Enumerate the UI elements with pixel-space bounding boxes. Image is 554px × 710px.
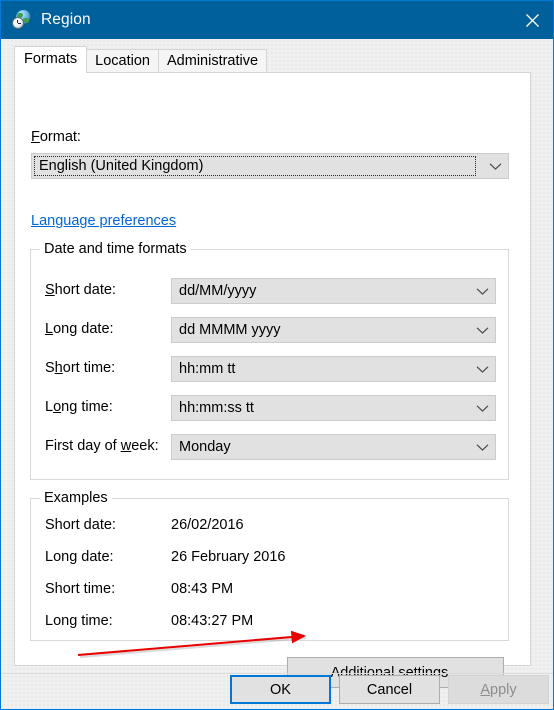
example-long-date-value: 26 February 2016: [171, 549, 286, 565]
format-combobox[interactable]: English (United Kingdom): [31, 153, 509, 179]
examples-title: Examples: [40, 490, 112, 506]
region-globe-clock-icon: [12, 10, 32, 30]
short-time-combobox[interactable]: hh:mm tt: [171, 356, 496, 382]
date-and-time-formats-title: Date and time formats: [40, 241, 191, 257]
apply-label-rest: pply: [490, 681, 517, 698]
example-long-time-label: Long time:: [45, 613, 113, 629]
tab-strip: Formats Location Administrative: [14, 46, 268, 73]
example-short-date-value: 26/02/2016: [171, 517, 244, 533]
example-short-date-label: Short date:: [45, 517, 116, 533]
long-time-combobox[interactable]: hh:mm:ss tt: [171, 395, 496, 421]
short-date-value: dd/MM/yyyy: [179, 283, 257, 299]
examples-group: Examples Short date: 26/02/2016 Long dat…: [30, 490, 509, 641]
example-long-date-label: Long date:: [45, 549, 114, 565]
chevron-down-icon: [476, 435, 489, 459]
title-bar: Region: [1, 1, 553, 39]
short-date-label: Short date:: [45, 282, 116, 298]
long-time-value: hh:mm:ss tt: [179, 400, 254, 416]
focus-ring: [34, 156, 476, 176]
chevron-down-icon: [476, 279, 489, 303]
chevron-down-icon: [476, 318, 489, 342]
short-time-value: hh:mm tt: [179, 361, 236, 377]
apply-accel: A: [480, 681, 491, 698]
tab-formats[interactable]: Formats: [14, 46, 88, 73]
chevron-down-icon: [489, 154, 502, 178]
example-long-time-value: 08:43:27 PM: [171, 613, 254, 629]
short-time-label: Short time:: [45, 360, 116, 376]
chevron-down-icon: [476, 396, 489, 420]
dialog-body: Formats Location Administrative Format: …: [2, 39, 553, 709]
long-time-label: Long time:: [45, 399, 113, 415]
date-and-time-formats-group: Date and time formats Short date: dd/MM/…: [30, 241, 509, 480]
ok-button[interactable]: OK: [230, 675, 331, 704]
close-icon[interactable]: [509, 1, 553, 39]
tab-administrative[interactable]: Administrative: [158, 49, 268, 73]
region-dialog: Region Formats Location Administrative F…: [0, 0, 554, 710]
first-day-of-week-value: Monday: [179, 439, 231, 455]
short-date-combobox[interactable]: dd/MM/yyyy: [171, 278, 496, 304]
apply-button[interactable]: Apply: [448, 675, 549, 704]
long-date-value: dd MMMM yyyy: [179, 322, 281, 338]
example-short-time-value: 08:43 PM: [171, 581, 234, 597]
language-preferences-link[interactable]: Language preferences: [31, 213, 176, 229]
long-date-combobox[interactable]: dd MMMM yyyy: [171, 317, 496, 343]
footer-divider: [2, 673, 553, 674]
long-date-label: Long date:: [45, 321, 114, 337]
tab-location[interactable]: Location: [86, 49, 159, 73]
example-short-time-label: Short time:: [45, 581, 116, 597]
cancel-button[interactable]: Cancel: [339, 675, 440, 704]
first-day-of-week-label: First day of week:: [45, 438, 159, 454]
first-day-of-week-combobox[interactable]: Monday: [171, 434, 496, 460]
format-label: Format:: [31, 129, 81, 145]
chevron-down-icon: [476, 357, 489, 381]
formats-tab-panel: Format: English (United Kingdom) Languag…: [14, 72, 531, 688]
window-title: Region: [41, 11, 91, 28]
